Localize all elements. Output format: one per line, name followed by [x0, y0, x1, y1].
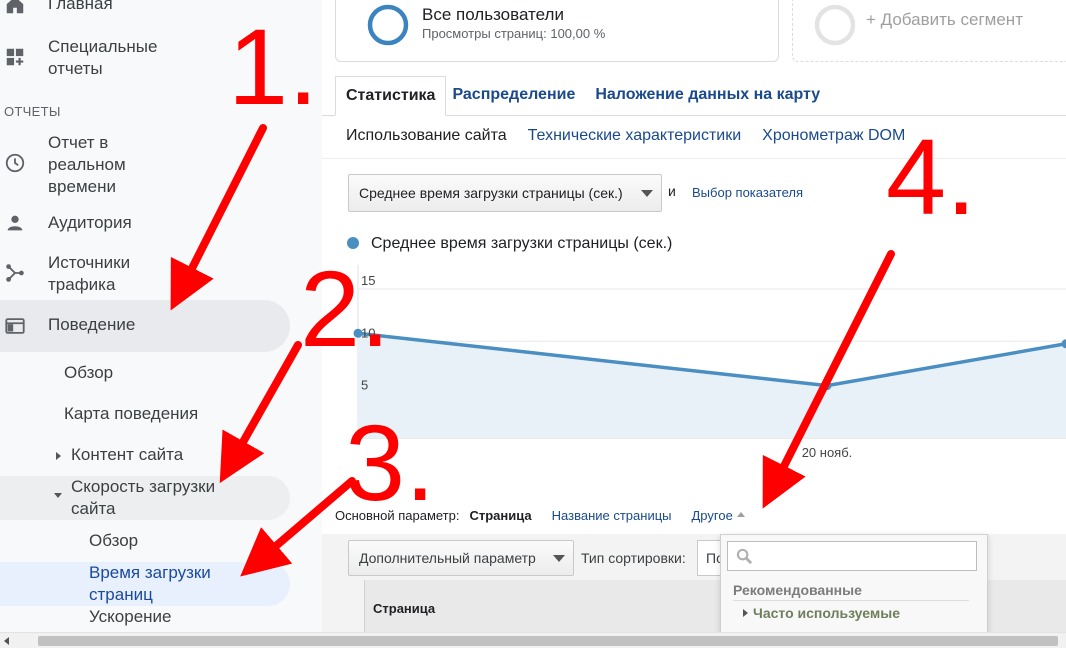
- scrollbar-thumb[interactable]: [38, 636, 1058, 646]
- sidebar-item-label: Поведение: [48, 315, 136, 334]
- dropdown-item-frequently-used[interactable]: Часто используемые: [753, 605, 900, 621]
- caret-up-icon: [736, 512, 745, 517]
- empty-segment-circle-icon: [814, 4, 856, 46]
- sidebar-item-page-timings[interactable]: Время загрузки страниц: [89, 562, 259, 606]
- dimension-dropdown: Рекомендованные Часто используемые: [720, 534, 988, 634]
- subtab-dom-timings[interactable]: Хронометраж DOM: [762, 127, 905, 145]
- metric-select[interactable]: Среднее время загрузки страницы (сек.): [348, 174, 662, 212]
- sidebar-item-site-content[interactable]: Контент сайта: [54, 444, 314, 468]
- dropdown-separator: [733, 600, 969, 601]
- segment-circle-icon: [367, 4, 409, 46]
- person-icon: [7, 215, 23, 231]
- subtab-site-usage[interactable]: Использование сайта: [346, 127, 507, 145]
- sidebar-item-behavior[interactable]: Поведение: [0, 314, 322, 342]
- sidebar-item-label: Главная: [48, 0, 113, 13]
- add-segment-card[interactable]: + Добавить сегмент: [792, 0, 1066, 62]
- sidebar-item-label: Контент сайта: [71, 445, 184, 464]
- add-segment-label: + Добавить сегмент: [866, 10, 1023, 29]
- chart-legend-label: Среднее время загрузки страницы (сек.): [371, 235, 673, 252]
- chart-area-fill: [358, 333, 1066, 438]
- column-header-page[interactable]: Страница: [373, 601, 435, 616]
- tab-explorer[interactable]: Статистика: [335, 76, 447, 116]
- sidebar-item-label: Источники трафика: [48, 253, 131, 294]
- tab-map-overlay[interactable]: Наложение данных на карту: [585, 76, 830, 116]
- dimension-other[interactable]: Другое: [692, 508, 733, 523]
- sidebar-item-behavior-overview[interactable]: Обзор: [64, 362, 113, 384]
- sidebar-item-realtime[interactable]: Отчет в реальном времени: [0, 132, 322, 198]
- choose-metric-link[interactable]: Выбор показателя: [692, 185, 803, 200]
- sidebar: Главная Специальные отчеты ОТЧЕТЫ Отчет …: [0, 0, 322, 632]
- metric-conjunction: и: [668, 183, 676, 199]
- line-chart: 15 10 5 20 нояб.: [353, 265, 1066, 460]
- segment-title: Все пользователи: [422, 5, 564, 24]
- segment-card-all-users[interactable]: Все пользователи Просмотры страниц: 100,…: [335, 0, 779, 62]
- collapse-arrow-icon: [54, 493, 62, 498]
- primary-dimension-row: Основной параметр: Страница Название стран…: [335, 508, 761, 523]
- report-tabs: Статистика Распределение Наложение данны…: [335, 76, 830, 116]
- dropdown-group-recommended: Рекомендованные: [733, 582, 862, 598]
- expand-arrow-icon: [743, 609, 748, 617]
- sidebar-item-speed-overview[interactable]: Обзор: [89, 530, 138, 552]
- legend-dot-icon: [347, 237, 359, 249]
- reports-section-label: ОТЧЕТЫ: [4, 104, 61, 119]
- sidebar-item-site-speed[interactable]: Скорость загрузки сайта: [54, 476, 294, 522]
- horizontal-scrollbar[interactable]: [0, 632, 1066, 648]
- acquisition-icon: [6, 264, 24, 282]
- subtabs-divider: [322, 158, 1066, 159]
- chart-y-tick-label: 5: [361, 378, 368, 393]
- sidebar-item-label: Аудитория: [48, 213, 132, 232]
- segment-subtitle: Просмотры страниц: 100,00 %: [422, 26, 606, 41]
- secondary-dimension-select[interactable]: Дополнительный параметр: [348, 540, 574, 576]
- chevron-down-icon: [641, 190, 653, 197]
- sidebar-item-audience[interactable]: Аудитория: [0, 212, 322, 240]
- dropdown-search-input[interactable]: [727, 541, 977, 571]
- sidebar-item-speed-suggestions[interactable]: Ускорение: [89, 606, 172, 628]
- analytics-page: Главная Специальные отчеты ОТЧЕТЫ Отчет …: [0, 0, 1066, 648]
- metric-select-value: Среднее время загрузки страницы (сек.): [359, 185, 623, 201]
- table-header-checkbox-col: [322, 580, 364, 632]
- secondary-dimension-value: Дополнительный параметр: [359, 550, 536, 566]
- dimension-page[interactable]: Страница: [469, 508, 531, 523]
- explorer-subtabs: Использование сайта Технические характер…: [346, 127, 905, 145]
- clock-icon: [5, 153, 25, 173]
- behavior-icon: [5, 318, 25, 334]
- expand-arrow-icon: [56, 452, 61, 460]
- chart-y-tick-label: 10: [361, 325, 375, 340]
- chevron-down-icon: [553, 555, 565, 562]
- sidebar-item-label: Отчет в реальном времени: [48, 133, 126, 196]
- sort-type-label: Тип сортировки:: [581, 550, 686, 566]
- search-icon: [736, 548, 753, 565]
- scroll-left-arrow-icon[interactable]: [4, 637, 9, 645]
- sidebar-item-label: Скорость загрузки сайта: [71, 477, 216, 518]
- custom-reports-icon: [6, 48, 24, 66]
- tab-distribution[interactable]: Распределение: [446, 76, 585, 116]
- chart-x-tick-label: 20 нояб.: [802, 445, 853, 460]
- dimension-page-title[interactable]: Название страницы: [552, 508, 672, 523]
- chart-data-point[interactable]: [822, 381, 832, 391]
- sidebar-item-custom-reports[interactable]: Специальные отчеты: [0, 36, 322, 82]
- sidebar-item-behavior-flow[interactable]: Карта поведения: [64, 403, 198, 425]
- column-divider: [364, 580, 365, 632]
- chart-y-tick-label: 15: [361, 273, 375, 288]
- primary-dimension-label: Основной параметр:: [335, 508, 460, 523]
- subtab-technical[interactable]: Технические характеристики: [528, 127, 742, 145]
- sidebar-item-acquisition[interactable]: Источники трафика: [0, 252, 322, 298]
- home-icon: [6, 0, 24, 14]
- sidebar-item-label: Специальные отчеты: [48, 37, 158, 78]
- sidebar-item-home[interactable]: Главная: [0, 0, 322, 22]
